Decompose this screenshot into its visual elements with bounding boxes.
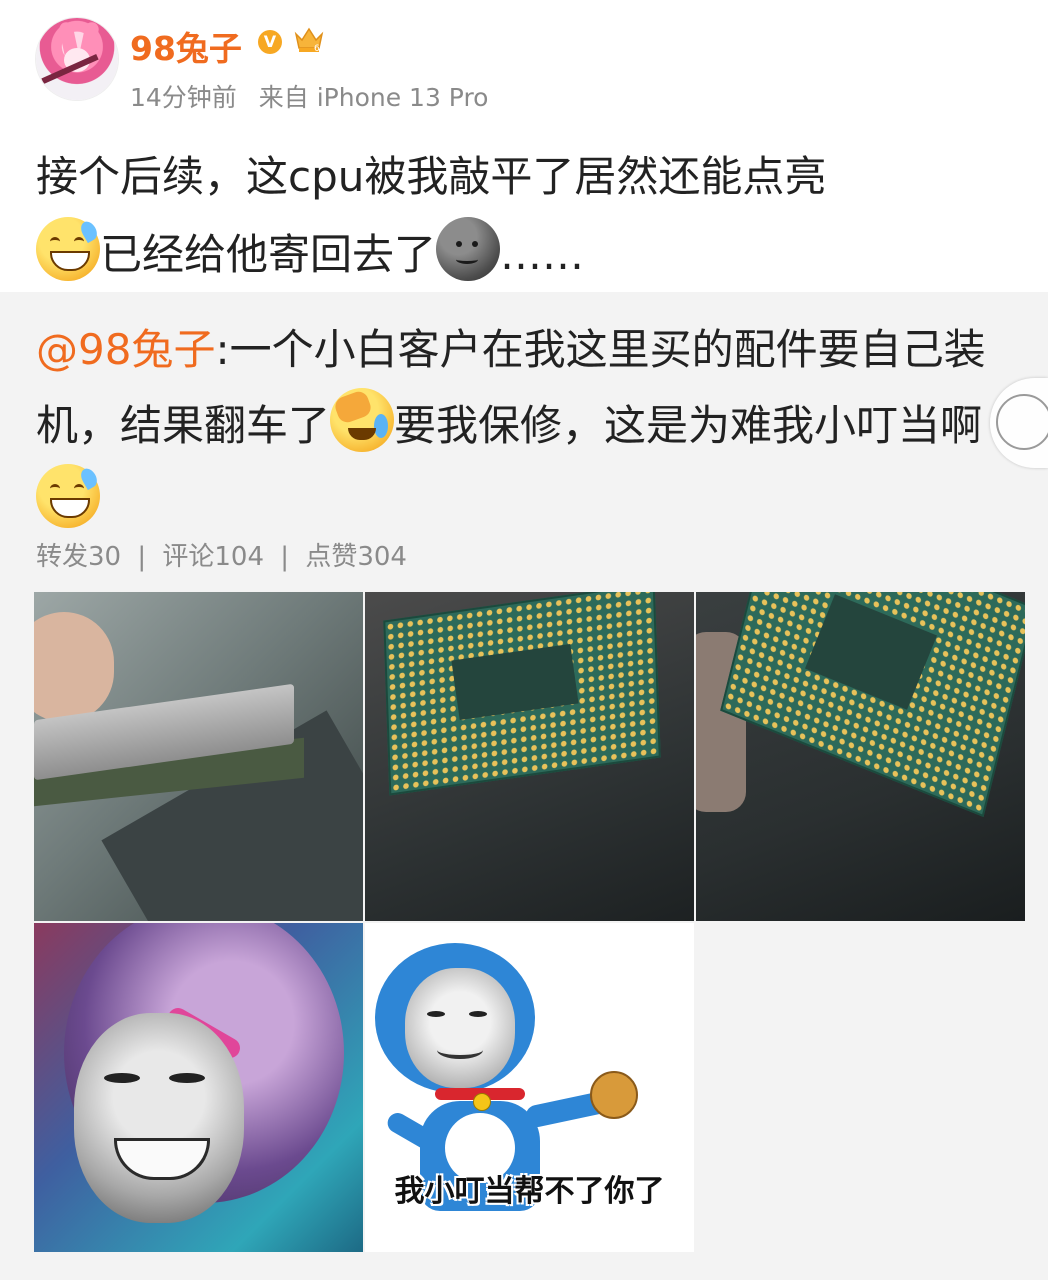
post-ellipsis: ……	[500, 230, 585, 279]
reposted-card[interactable]: @98兔子:一个小白客户在我这里买的配件要自己装机，结果翻车了 要我保修，这是为…	[0, 292, 1048, 1280]
photo-cpu-pins-1[interactable]	[365, 592, 694, 921]
post-header: 98兔子 V 6 14分钟前 来自 iPhone 13 Pro	[0, 0, 1048, 130]
stats-separator: |	[280, 542, 290, 572]
repost-stats: 转发30 | 评论104 | 点赞304	[36, 536, 407, 573]
post-source: 来自 iPhone 13 Pro	[258, 83, 489, 112]
comments-count[interactable]: 评论104	[162, 542, 264, 572]
grinning-sweat-emoji	[36, 464, 100, 528]
facepalm-emoji	[330, 388, 395, 452]
post-time: 14分钟前	[130, 83, 237, 112]
crown-icon: 6	[294, 27, 324, 54]
image-grid: 我小叮当帮不了你了	[34, 592, 1026, 1252]
stats-separator: |	[137, 542, 147, 572]
repost-text-part2: 要我保修，这是为难我小叮当啊	[394, 401, 983, 450]
dark-moon-emoji	[436, 217, 501, 281]
photo-bent-cpu-side[interactable]	[34, 592, 363, 921]
post-meta: 14分钟前 来自 iPhone 13 Pro	[130, 78, 502, 114]
crown-level: 6	[314, 44, 320, 54]
likes-count[interactable]: 点赞304	[305, 542, 407, 572]
grinning-sweat-emoji	[36, 217, 100, 281]
post-line2: 已经给他寄回去了	[100, 230, 437, 279]
verified-icon: V	[258, 30, 282, 54]
reposts-count[interactable]: 转发30	[36, 542, 121, 572]
repost-body: @98兔子:一个小白客户在我这里买的配件要自己装机，结果翻车了 要我保修，这是为…	[36, 312, 1026, 540]
meme-caption: 我小叮当帮不了你了	[394, 1174, 665, 1209]
post-line1: 接个后续，这cpu被我敲平了居然还能点亮	[36, 152, 827, 201]
photo-cpu-pins-2[interactable]	[696, 592, 1025, 921]
post-body: 接个后续，这cpu被我敲平了居然还能点亮 已经给他寄回去了 ……	[36, 138, 1026, 294]
username[interactable]: 98兔子	[130, 22, 242, 70]
user-avatar[interactable]	[36, 18, 118, 100]
meme-doraemon[interactable]: 我小叮当帮不了你了	[365, 923, 694, 1252]
meme-crying-face[interactable]	[34, 923, 363, 1252]
mention-link[interactable]: @98兔子	[36, 325, 215, 374]
